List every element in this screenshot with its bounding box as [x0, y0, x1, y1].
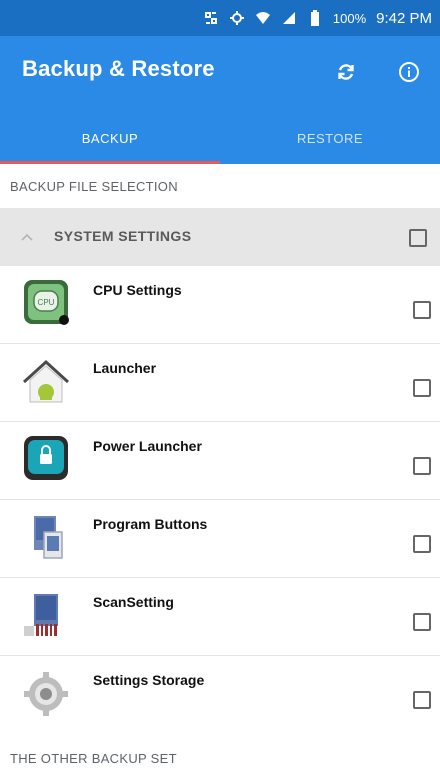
settings-storage-icon: [24, 672, 68, 716]
section-header-file-selection: BACKUP FILE SELECTION: [0, 164, 440, 208]
tab-restore-label: RESTORE: [296, 130, 364, 146]
status-bar: 100% 9:42 PM: [0, 0, 440, 36]
refresh-button[interactable]: [330, 56, 362, 88]
item-checkbox[interactable]: [413, 691, 431, 709]
program-buttons-icon: [34, 516, 63, 559]
power-launcher-icon: [24, 436, 68, 480]
launcher-icon: [22, 359, 70, 403]
refresh-icon: [338, 64, 354, 80]
info-icon: [399, 62, 419, 82]
signal-icon: [281, 10, 297, 26]
tab-backup-label: BACKUP: [81, 130, 139, 146]
section-header-other-set: THE OTHER BACKUP SET: [0, 738, 440, 778]
clock: 9:42 PM: [376, 9, 432, 27]
cpu-settings-icon: CPU: [24, 280, 69, 325]
tab-bar: BACKUP RESTORE: [0, 112, 440, 164]
nfc-icon: [203, 10, 219, 26]
item-checkbox[interactable]: [413, 613, 431, 631]
battery-percent: 100%: [332, 10, 367, 26]
item-label: Settings Storage: [93, 672, 205, 688]
tab-restore[interactable]: RESTORE: [220, 112, 440, 164]
battery-icon: [307, 10, 323, 26]
item-checkbox[interactable]: [413, 457, 431, 475]
list-item[interactable]: Settings Storage: [0, 656, 440, 734]
item-checkbox[interactable]: [413, 301, 431, 319]
item-label: Program Buttons: [93, 516, 208, 532]
item-label: CPU Settings: [93, 282, 182, 298]
info-button[interactable]: [393, 56, 425, 88]
sync-icon: [229, 10, 245, 26]
scan-setting-icon: [24, 594, 58, 636]
app-bar: Backup & Restore: [0, 36, 440, 112]
item-checkbox[interactable]: [413, 535, 431, 553]
page-title: Backup & Restore: [22, 56, 215, 81]
group-system-settings[interactable]: SYSTEM SETTINGS: [0, 208, 440, 266]
list-item[interactable]: Launcher: [0, 344, 440, 422]
chevron-up-icon: [21, 233, 33, 241]
list-item[interactable]: Power Launcher: [0, 422, 440, 500]
group-label: SYSTEM SETTINGS: [54, 228, 192, 244]
list-item[interactable]: Program Buttons: [0, 500, 440, 578]
list-item[interactable]: CPU CPU Settings: [0, 266, 440, 344]
wifi-icon: [255, 10, 271, 26]
tab-backup[interactable]: BACKUP: [0, 112, 220, 164]
item-label: ScanSetting: [93, 594, 174, 610]
item-checkbox[interactable]: [413, 379, 431, 397]
list-item[interactable]: ScanSetting: [0, 578, 440, 656]
item-label: Power Launcher: [93, 438, 202, 454]
item-label: Launcher: [93, 360, 157, 376]
group-checkbox[interactable]: [409, 229, 427, 247]
svg-text:CPU: CPU: [38, 298, 55, 307]
